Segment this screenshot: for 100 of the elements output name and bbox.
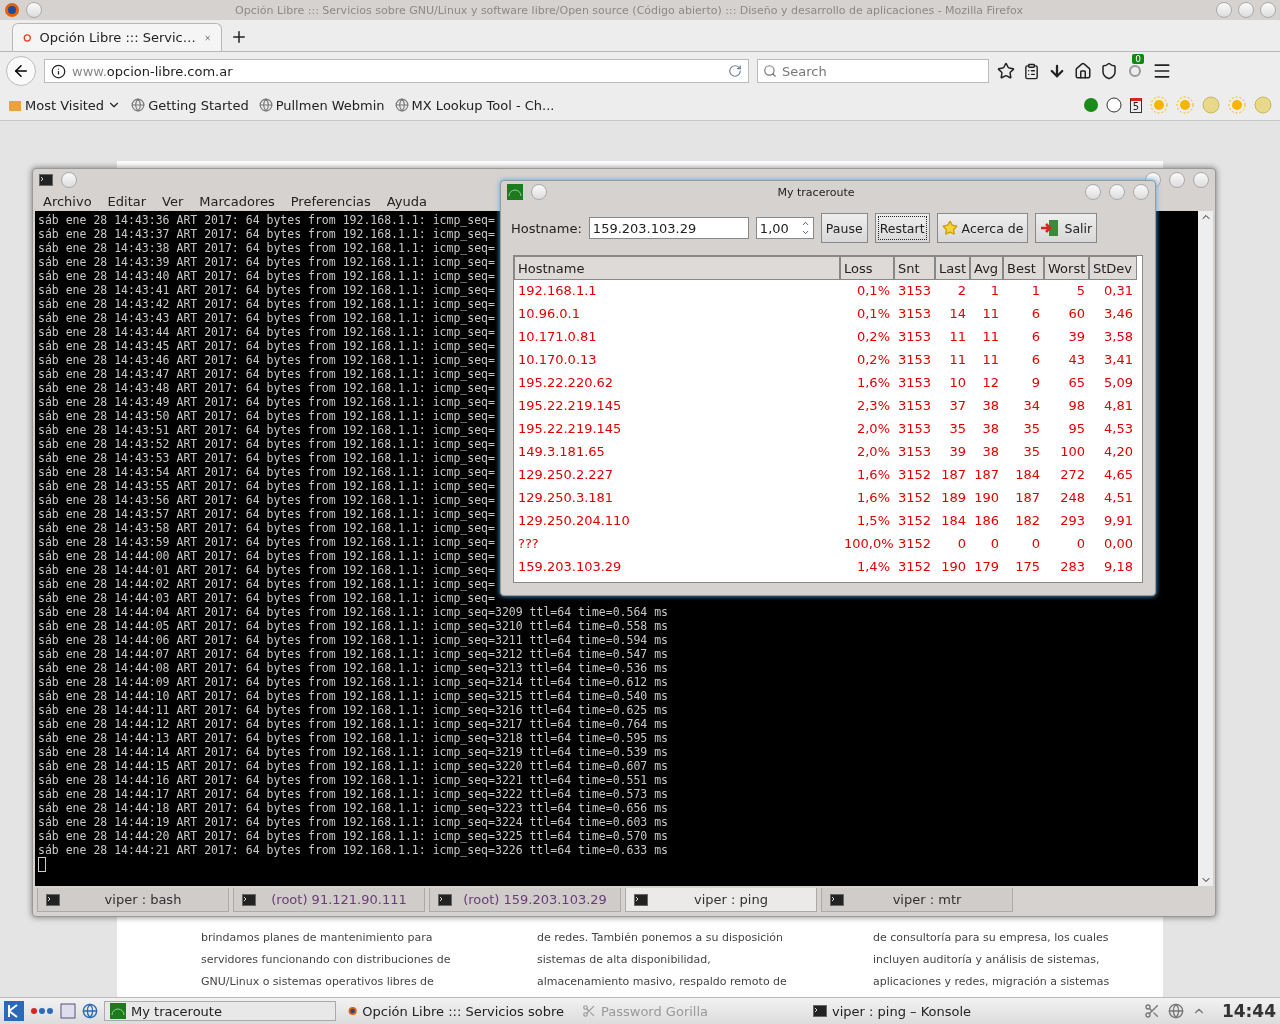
desktop-grid-icon[interactable] <box>60 1003 76 1019</box>
terminal-tab[interactable]: (root) 91.121.90.111 <box>233 888 425 912</box>
terminal-line: sáb ene 28 14:43:40 ART 2017: 64 bytes from 192.168.1.1: icmp_seq= <box>38 269 495 283</box>
menu-item[interactable]: Archivo <box>43 193 92 209</box>
close-button[interactable] <box>1133 184 1149 200</box>
sun-icon <box>1150 96 1168 114</box>
sync-icon[interactable] <box>1126 62 1144 80</box>
download-icon[interactable] <box>1048 62 1066 80</box>
toolbar-button[interactable]: Pause <box>820 213 868 243</box>
home-icon[interactable] <box>1074 62 1092 80</box>
table-cell-text: 5,09 <box>1103 375 1134 390</box>
clipboard-icon[interactable] <box>1023 62 1040 80</box>
column-header[interactable]: Avg <box>970 256 1003 280</box>
maximize-button[interactable] <box>1169 172 1185 188</box>
terminal-tab[interactable]: viper : ping <box>625 888 817 912</box>
cursor <box>38 857 46 872</box>
column-header[interactable]: Worst <box>1044 256 1089 280</box>
toolbar-button[interactable]: Restart <box>874 213 930 243</box>
terminal-line: sáb ene 28 14:44:13 ART 2017: 64 bytes from 192.168.1.1: icmp_seq=3218 ttl=64 time=0.595 ms <box>38 731 669 745</box>
page-text: de redes. También ponemos a su disposición <box>537 930 783 946</box>
table-cell-text: 39 <box>948 444 967 459</box>
menu-item[interactable]: Ayuda <box>386 193 427 209</box>
table-cell-text: 1,6% <box>855 375 891 390</box>
table-cell-text: 189 <box>940 490 967 505</box>
star-icon[interactable] <box>997 62 1015 80</box>
terminal-line: sáb ene 28 14:44:21 ART 2017: 64 bytes from 192.168.1.1: icmp_seq=3226 ttl=64 time=0.633 ms <box>38 843 669 857</box>
table-cell-text: 4,65 <box>1103 467 1134 482</box>
spin-up-icon[interactable] <box>800 219 810 228</box>
column-header[interactable]: StDev <box>1089 256 1137 280</box>
taskbar-task[interactable]: viper : ping – Konsole <box>807 1001 1057 1021</box>
terminal-line: sáb ene 28 14:43:41 ART 2017: 64 bytes from 192.168.1.1: icmp_seq= <box>38 283 495 297</box>
terminal-icon <box>438 893 452 906</box>
terminal-line: sáb ene 28 14:44:04 ART 2017: 64 bytes from 192.168.1.1: icmp_seq=3209 ttl=64 time=0.564 ms <box>38 605 669 619</box>
table-cell-text: 100,0% <box>843 536 894 551</box>
toolbar-button[interactable]: Salir <box>1035 213 1098 243</box>
window-menu-button[interactable] <box>26 2 42 18</box>
new-tab-icon[interactable] <box>230 28 248 46</box>
info-icon[interactable] <box>51 63 66 79</box>
bookmark-link[interactable]: Pullmen Webmin <box>258 97 385 113</box>
bookmark-link[interactable]: MX Lookup Tool - Ch... <box>394 97 555 113</box>
reload-icon[interactable] <box>728 64 742 78</box>
column-header[interactable]: Hostname <box>514 256 840 280</box>
browser-tab[interactable]: Opción Libre ::: Servic… <box>12 23 222 51</box>
table-cell-text: 1 <box>1030 283 1041 298</box>
menu-item[interactable]: Editar <box>107 193 147 209</box>
menu-item[interactable]: Preferencias <box>290 193 371 209</box>
menu-icon[interactable] <box>1152 61 1172 81</box>
clock-icon <box>1105 97 1122 113</box>
terminal-tab[interactable]: viper : bash <box>37 888 229 912</box>
back-button[interactable] <box>6 56 36 86</box>
toolbar-button[interactable]: Acerca de <box>936 213 1029 243</box>
terminal-line: sáb ene 28 14:44:02 ART 2017: 64 bytes from 192.168.1.1: icmp_seq= <box>38 577 495 591</box>
spin-down-icon[interactable] <box>800 228 810 237</box>
column-header[interactable]: Snt <box>894 256 935 280</box>
table-cell-text: 1 <box>989 283 1000 298</box>
table-cell-text: 159.203.103.29 <box>517 559 623 574</box>
shield-icon[interactable] <box>1100 62 1118 80</box>
column-header[interactable]: Last <box>935 256 970 280</box>
window-menu-button[interactable] <box>531 184 547 200</box>
firefox-icon <box>4 2 20 18</box>
close-button[interactable] <box>1260 2 1276 18</box>
terminal-tab[interactable]: (root) 159.203.103.29 <box>429 888 621 912</box>
terminal-line: sáb ene 28 14:43:44 ART 2017: 64 bytes from 192.168.1.1: icmp_seq= <box>38 325 495 339</box>
table-cell-text: 10.96.0.1 <box>517 306 582 321</box>
column-header[interactable]: Best <box>1003 256 1044 280</box>
launcher-icon[interactable] <box>4 1001 24 1021</box>
activities-icon[interactable] <box>30 1007 54 1015</box>
interval-spinbox[interactable]: 1,00 <box>755 217 814 239</box>
globe-icon <box>131 98 146 112</box>
close-button[interactable] <box>1193 172 1209 188</box>
scrollbar[interactable] <box>1198 211 1213 886</box>
menu-item[interactable]: Marcadores <box>199 193 275 209</box>
taskbar-task[interactable]: Opción Libre ::: Servicios sobre <box>342 1001 570 1021</box>
menu-item[interactable]: Ver <box>162 193 184 209</box>
maximize-button[interactable] <box>1238 2 1254 18</box>
taskbar-task[interactable]: My traceroute <box>104 1001 336 1021</box>
terminal-line: sáb ene 28 14:43:47 ART 2017: 64 bytes from 192.168.1.1: icmp_seq= <box>38 367 495 381</box>
table-cell-text: 11 <box>981 352 1000 367</box>
bookmark-link[interactable]: Getting Started <box>131 97 249 113</box>
app-icon <box>507 184 523 200</box>
globe-icon[interactable] <box>82 1003 98 1019</box>
search-field[interactable]: Search <box>757 59 989 83</box>
terminal-tab[interactable]: viper : mtr <box>821 888 1013 912</box>
table-cell-text: 184 <box>940 513 967 528</box>
bookmark-link[interactable]: Most Visited <box>8 97 122 113</box>
maximize-button[interactable] <box>1109 184 1125 200</box>
window-menu-button[interactable] <box>61 172 77 188</box>
url-field[interactable]: www.opcion-libre.com.ar <box>44 59 749 83</box>
terminal-line: sáb ene 28 14:44:19 ART 2017: 64 bytes from 192.168.1.1: icmp_seq=3224 ttl=64 time=0.603 ms <box>38 815 669 829</box>
hostname-field[interactable]: 159.203.103.29 <box>588 217 749 239</box>
table-cell-text: 190 <box>973 490 1000 505</box>
minimize-button[interactable] <box>1216 2 1232 18</box>
scissors-icon[interactable] <box>1143 1003 1160 1019</box>
scissors-icon <box>582 1004 596 1018</box>
network-icon[interactable] <box>1167 1003 1184 1019</box>
column-header[interactable]: Loss <box>840 256 894 280</box>
table-cell-text: 3152 <box>897 490 933 505</box>
minimize-button[interactable] <box>1085 184 1101 200</box>
table-cell-text: 10 <box>948 375 967 390</box>
table-cell-text: 184 <box>1014 467 1041 482</box>
